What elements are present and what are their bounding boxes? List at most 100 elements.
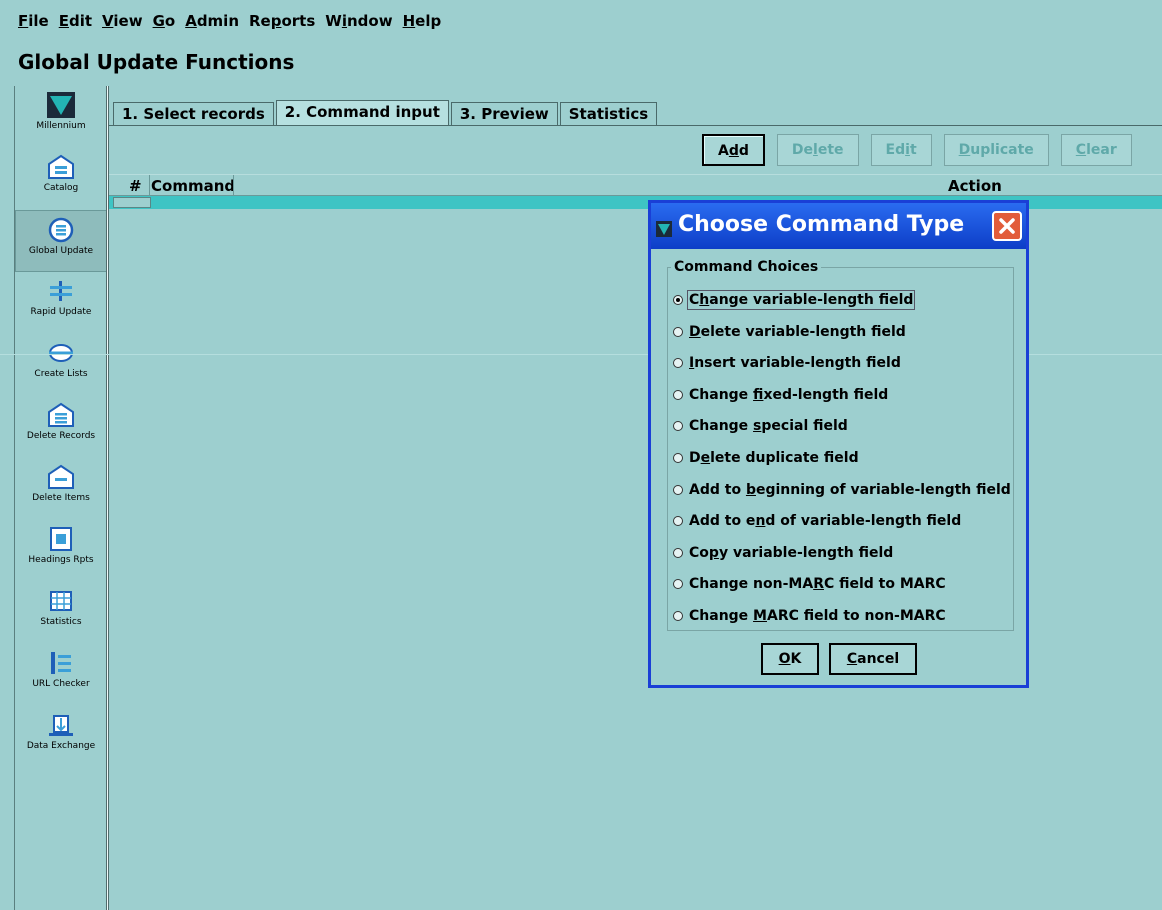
sidebar-item-millennium[interactable]: Millennium <box>15 86 107 148</box>
sidebar-item-label: Delete Items <box>32 493 90 503</box>
command-toolbar: Add Delete Edit Duplicate Clear <box>702 134 1132 166</box>
sidebar-item-create-lists[interactable]: Create Lists <box>15 334 107 396</box>
ok-button[interactable]: OK <box>761 643 819 675</box>
tab-2-command-input[interactable]: 2. Command input <box>275 100 449 126</box>
cancel-button[interactable]: Cancel <box>829 643 917 675</box>
dialog-titlebar[interactable]: Choose Command Type <box>651 203 1026 249</box>
menu-window[interactable]: Window <box>325 12 392 36</box>
command-choice-radio[interactable]: Change fixed-length field <box>673 383 888 407</box>
sidebar-item-url-checker[interactable]: URL Checker <box>15 644 107 706</box>
tab-baseline <box>109 125 1162 126</box>
choice-label: Copy variable-length field <box>689 544 894 561</box>
choice-label: Add to end of variable-length field <box>689 513 962 530</box>
sidebar-item-label: Delete Records <box>26 431 96 441</box>
menu-go[interactable]: Go <box>153 12 176 36</box>
radio-button[interactable] <box>673 358 683 369</box>
close-button[interactable] <box>992 211 1022 241</box>
choice-label: Delete duplicate field <box>689 450 859 466</box>
sidebar-item-headings-rpts[interactable]: Headings Rpts <box>15 520 107 582</box>
column-header-action[interactable]: Action <box>948 177 1002 195</box>
create-lists-icon <box>49 344 73 362</box>
sidebar-item-label: Headings Rpts <box>28 555 94 565</box>
radio-button[interactable] <box>673 484 683 495</box>
sidebar: Millennium Catalog Global Update Rapid Upda… <box>14 86 107 910</box>
page-title: Global Update Functions <box>18 50 295 74</box>
radio-button[interactable] <box>673 579 683 590</box>
dialog-title: Choose Command Type <box>678 212 965 237</box>
millennium-logo-icon <box>656 221 672 237</box>
radio-button[interactable] <box>673 547 683 558</box>
choice-label: Delete variable-length field <box>689 323 906 340</box>
sidebar-item-global-update[interactable]: Global Update <box>15 210 107 272</box>
choice-label: Add to beginning of variable-length fiel… <box>689 481 1011 498</box>
millennium-logo-icon <box>47 92 75 118</box>
sidebar-divider[interactable] <box>106 86 109 910</box>
menu-file[interactable]: File <box>18 12 49 36</box>
group-label: Command Choices <box>671 259 822 275</box>
radio-button[interactable] <box>673 421 683 432</box>
tab-3-preview[interactable]: 3. Preview <box>450 102 558 126</box>
radio-button[interactable] <box>673 453 683 463</box>
data-exchange-icon <box>49 715 73 736</box>
radio-button[interactable] <box>673 611 683 621</box>
sidebar-item-data-exchange[interactable]: Data Exchange <box>15 706 107 768</box>
column-header-number[interactable]: # <box>129 177 142 195</box>
choose-command-type-dialog: Choose Command Type Command Choices Chan… <box>648 200 1029 688</box>
global-update-icon <box>48 217 74 243</box>
radio-button[interactable] <box>673 516 683 527</box>
sidebar-item-label: Millennium <box>36 121 86 131</box>
sidebar-item-delete-items[interactable]: Delete Items <box>15 458 107 520</box>
radio-button[interactable] <box>673 295 683 305</box>
sidebar-item-label: Statistics <box>40 617 82 627</box>
add-button[interactable]: Add <box>702 134 765 166</box>
rapid-update-icon <box>50 281 72 301</box>
sidebar-item-label: Global Update <box>28 246 94 256</box>
command-choice-radio[interactable]: Insert variable-length field <box>673 351 901 375</box>
delete-records-icon <box>48 402 74 427</box>
sidebar-item-label: Rapid Update <box>30 307 92 317</box>
headings-reports-icon <box>50 527 72 551</box>
command-choice-radio[interactable]: Add to beginning of variable-length fiel… <box>673 478 1011 502</box>
command-choice-radio[interactable]: Copy variable-length field <box>673 541 893 565</box>
command-choice-radio[interactable]: Delete duplicate field <box>673 446 859 470</box>
sidebar-item-catalog[interactable]: Catalog <box>15 148 107 210</box>
column-header-command[interactable]: Command <box>151 177 235 195</box>
sidebar-item-rapid-update[interactable]: Rapid Update <box>15 272 107 334</box>
command-choice-radio[interactable]: Change MARC field to non-MARC <box>673 604 946 628</box>
command-choice-radio[interactable]: Change special field <box>673 414 848 438</box>
menu-reports[interactable]: Reports <box>249 12 315 36</box>
delete-button[interactable]: Delete <box>776 134 859 166</box>
sidebar-item-label: URL Checker <box>32 679 90 689</box>
catalog-icon <box>48 154 74 179</box>
sidebar-item-label: Create Lists <box>34 369 88 379</box>
clear-button[interactable]: Clear <box>1060 134 1132 166</box>
command-choice-radio[interactable]: Change non-MARC field to MARC <box>673 572 946 596</box>
command-choice-radio[interactable]: Delete variable-length field <box>673 320 906 344</box>
command-choice-radio[interactable]: Change variable-length field <box>673 288 916 312</box>
command-table-header: # Command Action <box>109 174 1162 209</box>
edit-button[interactable]: Edit <box>870 134 932 166</box>
sidebar-item-label: Data Exchange <box>26 741 96 751</box>
choice-label: Change non-MARC field to MARC <box>689 576 946 593</box>
duplicate-button[interactable]: Duplicate <box>943 134 1049 166</box>
url-checker-icon <box>51 652 71 674</box>
tab-1-select-records[interactable]: 1. Select records <box>113 102 274 126</box>
radio-button[interactable] <box>673 326 683 337</box>
sidebar-item-statistics[interactable]: Statistics <box>15 582 107 644</box>
radio-button[interactable] <box>673 389 683 400</box>
command-choice-radio[interactable]: Add to end of variable-length field <box>673 509 961 533</box>
sidebar-item-delete-records[interactable]: Delete Records <box>15 396 107 458</box>
menu-view[interactable]: View <box>102 12 143 36</box>
menu-help[interactable]: Help <box>403 12 442 36</box>
delete-items-icon <box>48 464 74 489</box>
tab-bar: 1. Select records 2. Command input 3. Prev… <box>113 100 659 126</box>
row-number-cell[interactable] <box>113 197 151 208</box>
choice-label: Change fixed-length field <box>689 386 889 403</box>
choice-label: Change special field <box>689 418 848 435</box>
close-icon <box>999 218 1015 234</box>
sidebar-item-label: Catalog <box>43 183 79 193</box>
menu-edit[interactable]: Edit <box>59 12 92 36</box>
statistics-icon <box>50 591 72 611</box>
tab-statistics[interactable]: Statistics <box>559 102 658 126</box>
menu-admin[interactable]: Admin <box>185 12 239 36</box>
